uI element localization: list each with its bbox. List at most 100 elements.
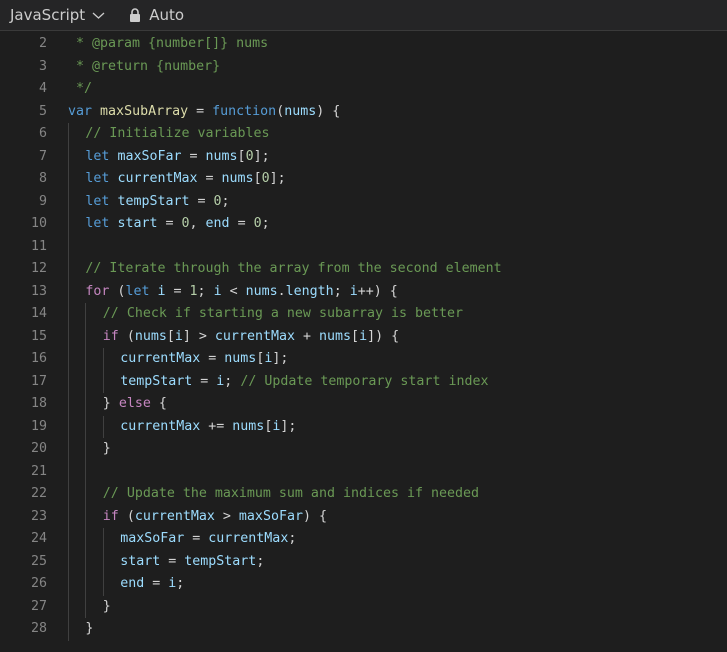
code-token: >: [214, 508, 239, 524]
code-line[interactable]: 28}: [0, 618, 727, 641]
code-token: =: [197, 171, 222, 186]
code-line[interactable]: 13 for (let i = 1; i < nums.length; i++) …: [0, 280, 727, 303]
code-line[interactable]: 14 // Check if starting a new subarray is…: [0, 303, 727, 326]
code-text: let start = 0, end = 0;: [85, 213, 269, 236]
code-line[interactable]: 9 let tempStart = 0;: [0, 190, 727, 213]
line-number: 28: [30, 621, 47, 636]
indent-guide: [68, 415, 69, 438]
code-token: =: [157, 216, 182, 231]
indent-guide: [85, 415, 87, 438]
code-line[interactable]: 27}: [0, 595, 727, 619]
code-token: i: [174, 328, 183, 344]
code-text: // Update the maximum sum and indices if…: [103, 483, 479, 506]
code-line[interactable]: 11: [0, 235, 727, 258]
code-token: 0: [245, 148, 254, 164]
code-line[interactable]: 16 currentMax = nums[i];: [0, 348, 727, 371]
indent-guide: [68, 573, 69, 596]
code-line[interactable]: 4 */: [0, 78, 727, 101]
code-text: currentMax = nums[i];: [120, 348, 288, 371]
line-number: 20: [30, 441, 47, 456]
line-number: 21: [30, 463, 47, 479]
code-token: ;: [221, 193, 230, 209]
line-number: 13: [30, 283, 47, 299]
code-editor[interactable]: 2 * @param {number[]} nums 3 * @return {n…: [0, 31, 727, 641]
code-line[interactable]: 15 if (nums[i] > currentMax + nums[i]) {: [0, 325, 727, 348]
line-number: 26: [30, 576, 47, 591]
indent-guide: [85, 460, 87, 483]
indent-guide: [85, 595, 87, 618]
code-token: [: [237, 148, 246, 164]
code-token: 0: [213, 193, 222, 209]
code-line[interactable]: 7 let maxSoFar = nums[0];: [0, 145, 727, 168]
code-token: let: [85, 216, 110, 231]
code-line[interactable]: 17 tempStart = i; // Update temporary sta…: [0, 370, 727, 393]
code-line[interactable]: 25 start = tempStart;: [0, 550, 727, 574]
mode-label: Auto: [149, 6, 185, 24]
indent-guide: [68, 595, 69, 618]
chevron-down-icon: [92, 12, 105, 19]
code-text: var maxSubArray = function(nums) {: [68, 101, 340, 124]
code-line[interactable]: 2 * @param {number[]} nums: [0, 33, 727, 56]
code-text: }: [103, 438, 111, 461]
code-token: nums: [134, 328, 167, 344]
lock-icon: [130, 8, 141, 22]
code-token: ] >: [182, 328, 215, 344]
code-line[interactable]: 22 // Update the maximum sum and indices …: [0, 483, 727, 506]
mode-selector[interactable]: Auto: [129, 6, 184, 24]
code-token: +=: [200, 418, 233, 434]
code-token: ];: [280, 418, 297, 434]
line-number: 6: [38, 126, 47, 141]
code-line[interactable]: 8 let currentMax = nums[0];: [0, 168, 727, 191]
code-text: }: [103, 596, 111, 619]
code-text: start = tempStart;: [120, 551, 264, 574]
code-token: =: [165, 283, 190, 299]
code-line[interactable]: 20}: [0, 438, 727, 461]
code-line[interactable]: 10 let start = 0, end = 0;: [0, 213, 727, 236]
code-line[interactable]: 21: [0, 460, 727, 483]
code-token: // Check if starting a new subarray is b…: [102, 306, 464, 321]
code-line[interactable]: 3 * @return {number}: [0, 56, 727, 79]
indent-guide: [68, 325, 69, 348]
indent-guide: [68, 280, 69, 303]
code-token: start: [117, 216, 158, 231]
indent-guide: [68, 168, 69, 191]
code-token: [: [253, 171, 262, 186]
code-line[interactable]: 26 end = i;: [0, 573, 727, 596]
code-token: =: [160, 553, 185, 569]
code-token: nums: [221, 171, 254, 186]
line-number: 14: [30, 306, 47, 321]
code-token: for: [85, 283, 110, 299]
code-token: <: [221, 283, 246, 299]
code-line[interactable]: 5 var maxSubArray = function(nums) {: [0, 101, 727, 124]
line-number: 27: [30, 598, 47, 614]
indent-guide: [102, 573, 104, 596]
line-number: 15: [30, 328, 47, 344]
code-line[interactable]: 24 maxSoFar = currentMax;: [0, 528, 727, 551]
code-token: currentMax: [120, 351, 201, 366]
code-line[interactable]: 19 currentMax += nums[i];: [0, 415, 727, 438]
code-token: (: [118, 508, 135, 524]
language-label: JavaScript: [10, 6, 86, 24]
code-token: [: [351, 328, 360, 344]
code-line[interactable]: 12 // Iterate through the array from the …: [0, 258, 727, 281]
code-token: ;: [261, 216, 270, 231]
indent-guide: [68, 618, 69, 641]
indent-guide: [85, 303, 87, 326]
code-token: {: [150, 396, 167, 411]
code-token: ) {: [302, 508, 327, 524]
code-token: =: [184, 531, 209, 546]
line-number: 16: [30, 351, 47, 366]
code-token: // Update temporary start index: [240, 373, 489, 389]
code-token: // Iterate through the array from the se…: [85, 261, 502, 276]
indent-guide: [68, 348, 69, 371]
language-selector[interactable]: JavaScript: [0, 6, 105, 24]
code-token: end: [120, 576, 145, 591]
code-line[interactable]: 6 // Initialize variables: [0, 123, 727, 146]
code-token: +: [294, 328, 320, 344]
indent-guide: [102, 550, 104, 573]
code-line[interactable]: 23 if (currentMax > maxSoFar) {: [0, 505, 727, 528]
indent-guide: [102, 528, 104, 551]
line-number: 17: [30, 373, 47, 389]
code-line[interactable]: 18} else {: [0, 393, 727, 416]
code-token: =: [229, 216, 254, 231]
